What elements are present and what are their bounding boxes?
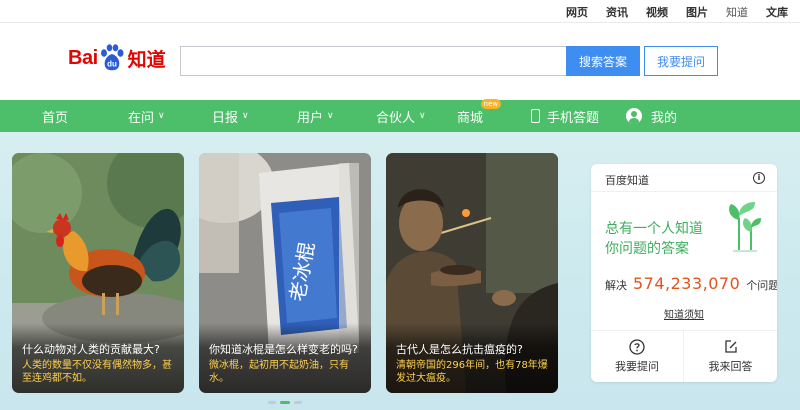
slogan-line-2: 你问题的答案 (605, 241, 689, 257)
nav-item-label: 用户 (297, 110, 324, 126)
nav-item-home[interactable]: 首页 (42, 100, 68, 132)
action-label: 我来回答 (708, 360, 753, 373)
card-title: 古代人是怎么抗击瘟疫的? (396, 343, 523, 356)
user-icon (626, 108, 642, 124)
solved-unit: 个问题 (746, 279, 777, 292)
solved-label: 解决 (605, 279, 627, 292)
top-link-web[interactable]: 网页 (566, 4, 588, 20)
nav-item-store[interactable]: 商城 new (457, 99, 502, 132)
answer-action-button[interactable]: 我来回答 (684, 330, 777, 382)
nav-item-partners[interactable]: 合伙人 ∨ (376, 100, 426, 132)
top-link-images[interactable]: 图片 (686, 4, 708, 20)
info-icon[interactable]: i (753, 172, 765, 184)
ask-action-button[interactable]: 我要提问 (591, 330, 684, 382)
nav-item-label: 首页 (42, 110, 69, 126)
nav-item-label: 手机答题 (547, 110, 600, 126)
card-description: 微冰棍，起初用不起奶油，只有水。 (209, 360, 349, 384)
solved-count: 574,233,070 (633, 274, 741, 293)
top-link-video[interactable]: 视频 (646, 4, 668, 20)
question-circle-icon (629, 339, 645, 355)
nav-item-asking[interactable]: 在问 ∨ (128, 100, 165, 132)
panel-title: 百度知道 (605, 174, 649, 187)
panel-header: 百度知道 i (591, 164, 777, 192)
card-title: 你知道冰棍是怎么样变老的吗? (209, 343, 358, 356)
slogan-line-1: 总有一个人知道 (605, 221, 703, 237)
feature-card[interactable]: 老冰棍 你知道冰棍是怎么样变老的吗? 微冰棍，起初用不起奶油，只有水。 (199, 153, 371, 393)
logo-zhidao-text: 知道 (127, 48, 166, 71)
top-link-wenku[interactable]: 文库 (766, 4, 788, 20)
phone-icon (531, 109, 540, 123)
paw-icon: du (99, 44, 125, 72)
nav-item-mobile-answer[interactable]: 手机答题 (531, 100, 599, 132)
card-description: 清朝帝国的296年间，也有78年爆发过大瘟疫。 (396, 360, 548, 384)
baidu-zhidao-logo[interactable]: Bai du 知道 (68, 40, 166, 76)
chevron-down-icon: ∨ (419, 111, 426, 121)
top-links: 网页 资讯 视频 图片 知道 文库 (566, 4, 788, 20)
chevron-down-icon: ∨ (158, 111, 165, 121)
solved-stat: 解决 574,233,070 个问题 (605, 274, 777, 293)
guide-link[interactable]: 知道须知 (591, 306, 777, 321)
search-answer-button[interactable]: 搜索答案 (566, 46, 640, 76)
logo-paw-text: du (107, 60, 117, 69)
search-input[interactable] (180, 46, 568, 76)
nav-item-label: 在问 (128, 110, 155, 126)
nav-item-label: 商城 (457, 110, 484, 126)
new-badge: new (480, 99, 502, 109)
card-caption: 什么动物对人类的贡献最大? 人类的数量不仅没有偶然物多，甚至连鸡都不如。 (12, 323, 184, 393)
nav-item-label: 我的 (651, 110, 678, 126)
card-description: 人类的数量不仅没有偶然物多，甚至连鸡都不如。 (22, 360, 172, 384)
action-label: 我要提问 (615, 360, 659, 373)
card-caption: 你知道冰棍是怎么样变老的吗? 微冰棍，起初用不起奶油，只有水。 (199, 323, 371, 393)
carousel-dot-active[interactable] (280, 401, 290, 404)
edit-icon (724, 340, 737, 353)
chevron-down-icon: ∨ (327, 111, 334, 121)
carousel-indicator (268, 401, 302, 404)
top-link-zhidao[interactable]: 知道 (726, 4, 748, 20)
carousel-dot[interactable] (268, 401, 276, 404)
ask-question-button[interactable]: 我要提问 (644, 46, 718, 76)
carousel-dot[interactable] (294, 401, 302, 404)
nav-item-users[interactable]: 用户 ∨ (297, 100, 334, 132)
top-divider (0, 22, 800, 23)
feature-card[interactable]: 什么动物对人类的贡献最大? 人类的数量不仅没有偶然物多，甚至连鸡都不如。 (12, 153, 184, 393)
nav-item-label: 日报 (212, 110, 239, 126)
nav-item-daily[interactable]: 日报 ∨ (212, 100, 249, 132)
zhidao-info-panel: 百度知道 i 总有一个人知道 你问题的答案 解决 574,233,070 个问题… (591, 164, 777, 382)
feature-card[interactable]: 古代人是怎么抗击瘟疫的? 清朝帝国的296年间，也有78年爆发过大瘟疫。 (386, 153, 558, 393)
card-title: 什么动物对人类的贡献最大? (22, 343, 160, 356)
nav-item-mine[interactable]: 我的 (626, 100, 677, 132)
main-nav: 首页 在问 ∨ 日报 ∨ 用户 ∨ 合伙人 ∨ 商城 new 手机答题 我的 (0, 99, 800, 132)
card-caption: 古代人是怎么抗击瘟疫的? 清朝帝国的296年间，也有78年爆发过大瘟疫。 (386, 323, 558, 393)
chevron-down-icon: ∨ (242, 111, 249, 121)
top-link-news[interactable]: 资讯 (606, 4, 628, 20)
sprout-icon (723, 198, 763, 258)
nav-item-label: 合伙人 (376, 110, 416, 126)
logo-bai-text: Bai (68, 46, 98, 69)
